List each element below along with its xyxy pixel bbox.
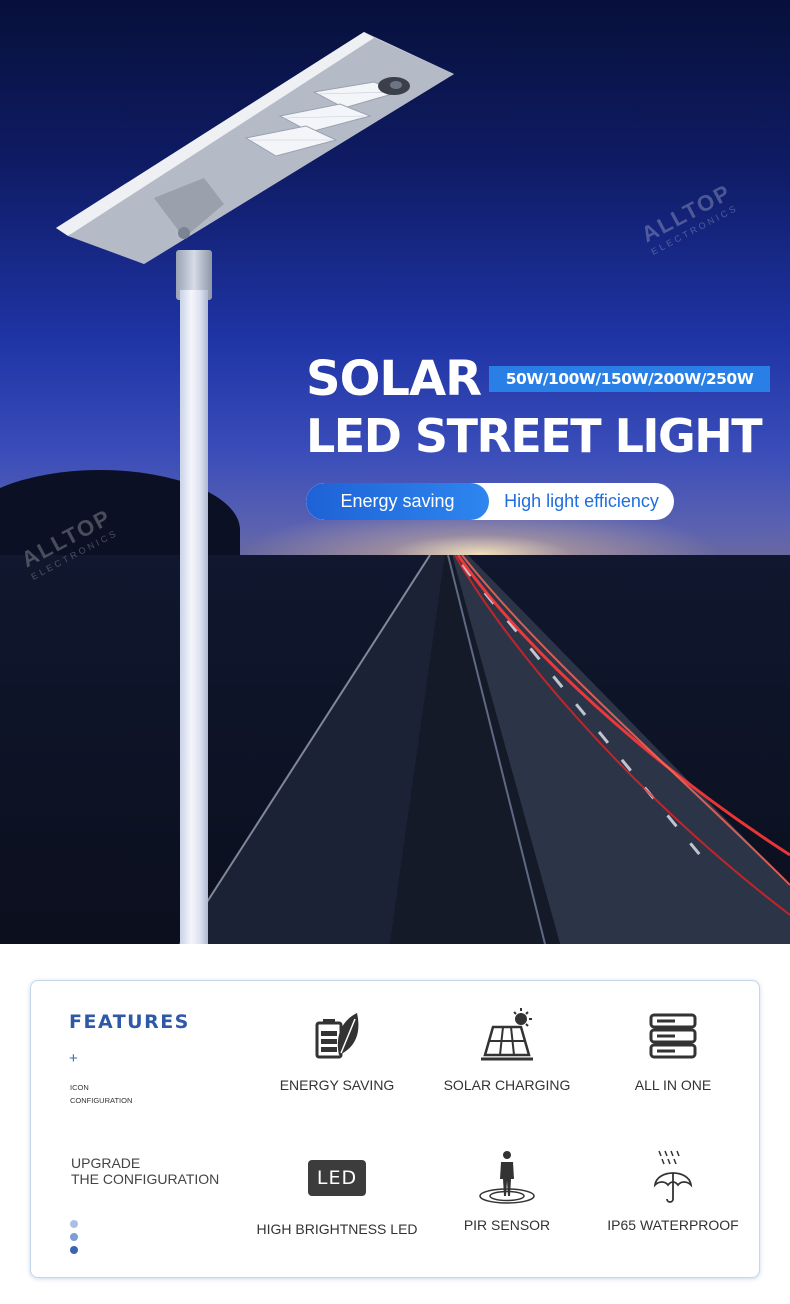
dot-icon — [70, 1220, 78, 1228]
feature-ip65-waterproof: IP65 WATERPROOF — [588, 1149, 758, 1233]
benefit-pill: Energy saving High light efficiency — [306, 483, 674, 520]
energy-saving-tag: Energy saving — [306, 483, 489, 520]
solar-panel-sun-icon — [481, 1008, 533, 1061]
title-solar: SOLAR — [306, 351, 482, 407]
lamp-pole — [180, 290, 208, 944]
brand-watermark: ALLTOP ELECTRONICS — [637, 179, 740, 257]
solar-street-light-image — [56, 32, 454, 264]
dot-icon — [70, 1246, 78, 1254]
feature-energy-saving: ENERGY SAVING — [252, 1007, 422, 1093]
umbrella-rain-icon — [653, 1150, 693, 1203]
hero-banner: ALLTOP ELECTRONICS ALLTOP ELECTRONICS SOLA… — [0, 0, 790, 944]
highway-image — [179, 555, 790, 944]
feature-high-brightness-led: LED HIGH BRIGHTNESS LED — [252, 1153, 422, 1237]
features-heading: FEATURES — [69, 1011, 190, 1033]
feature-solar-charging: SOLAR CHARGING — [422, 1007, 592, 1093]
plus-icon: + — [69, 1050, 78, 1067]
battery-leaf-icon — [315, 1013, 359, 1059]
wattage-badge: 50W/100W/150W/200W/250W — [489, 366, 770, 392]
pagination-dots — [70, 1220, 78, 1259]
title-led-street-light: LED STREET LIGHT — [306, 409, 763, 463]
feature-all-in-one: ALL IN ONE — [588, 1007, 758, 1093]
features-subtitle: ICON CONFIGURATION — [70, 1083, 133, 1105]
dot-icon — [70, 1233, 78, 1241]
feature-pir-sensor: PIR SENSOR — [422, 1149, 592, 1233]
features-card: FEATURES + ICON CONFIGURATION UPGRADE TH… — [30, 980, 760, 1278]
stacked-units-icon — [649, 1013, 697, 1059]
led-badge-icon: LED — [307, 1153, 367, 1203]
upgrade-caption: UPGRADE THE CONFIGURATION — [71, 1155, 220, 1187]
high-light-efficiency-tag: High light efficiency — [504, 491, 659, 511]
person-sensor-icon — [479, 1151, 535, 1204]
